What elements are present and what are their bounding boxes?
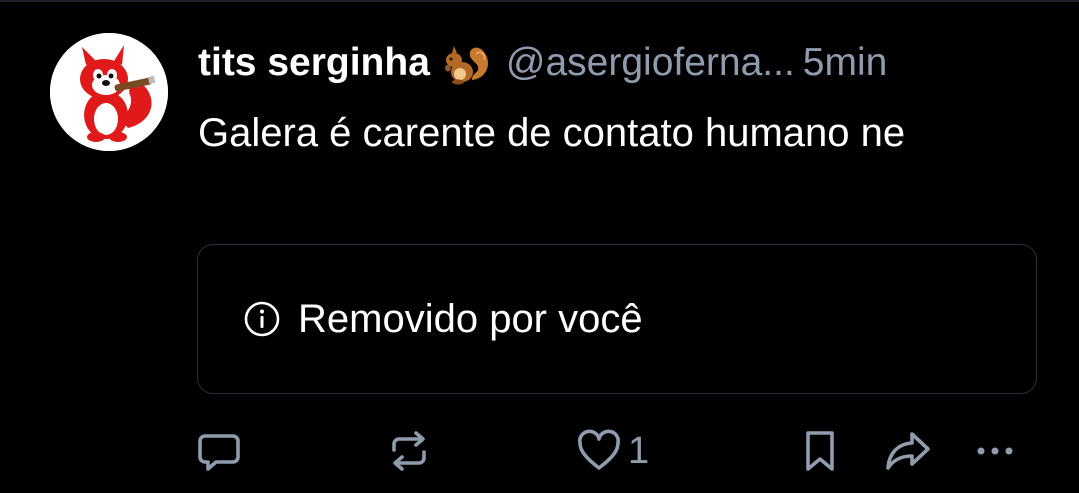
repost-icon	[386, 428, 432, 474]
info-icon	[242, 299, 282, 339]
repost-button[interactable]	[386, 428, 432, 474]
avatar-image	[50, 33, 168, 151]
reply-icon	[196, 428, 242, 474]
removed-notice-label: Removido por você	[298, 296, 643, 341]
like-button[interactable]: 1	[576, 428, 649, 474]
heart-icon	[576, 428, 622, 474]
share-button[interactable]	[884, 428, 932, 474]
post-actions-bar: 1	[0, 420, 1079, 480]
post-timestamp[interactable]: 5min	[803, 41, 888, 85]
removed-notice-card[interactable]: Removido por você	[197, 244, 1037, 394]
share-icon	[884, 428, 932, 474]
bookmark-icon	[800, 428, 840, 474]
like-count: 1	[628, 429, 650, 472]
reply-button[interactable]	[196, 428, 242, 474]
post-header: tits serginha @asergioferna... 5min	[198, 38, 1048, 88]
author-handle[interactable]: @asergioferna...	[506, 41, 795, 85]
post-text: Galera é carente de contato humano ne	[198, 111, 906, 155]
bookmark-button[interactable]	[800, 428, 840, 474]
squirrel-emoji-icon	[442, 40, 492, 86]
top-divider	[0, 0, 1079, 2]
more-options-button[interactable]	[972, 428, 1018, 474]
avatar[interactable]	[50, 33, 168, 151]
more-icon	[972, 428, 1018, 474]
author-display-name[interactable]: tits serginha	[198, 41, 430, 85]
